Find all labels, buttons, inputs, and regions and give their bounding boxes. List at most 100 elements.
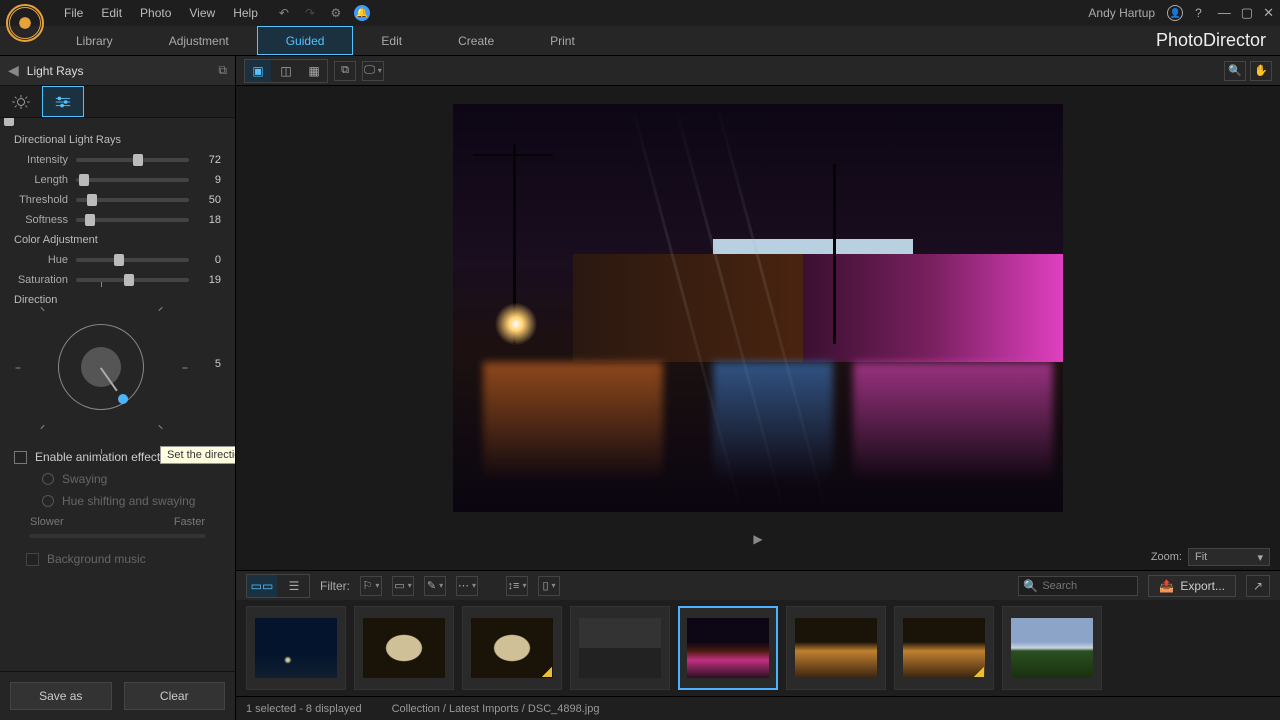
- tab-library[interactable]: Library: [48, 26, 141, 55]
- search-box[interactable]: 🔍 ✕: [1018, 576, 1138, 596]
- app-logo[interactable]: [6, 4, 44, 42]
- radio-hue-sway[interactable]: [42, 495, 54, 507]
- stack-dropdown[interactable]: ▯: [538, 576, 560, 596]
- thumbnail-4[interactable]: [678, 606, 778, 690]
- menu-view[interactable]: View: [189, 6, 215, 20]
- view-single-icon[interactable]: ▣: [245, 60, 271, 82]
- view-split-icon[interactable]: ⧉: [334, 61, 356, 81]
- enable-animation-checkbox[interactable]: [14, 451, 27, 464]
- save-as-button[interactable]: Save as: [10, 682, 112, 710]
- help-icon[interactable]: ?: [1195, 6, 1202, 20]
- filter-label: Filter:: [320, 579, 350, 593]
- thumbnail-5[interactable]: [786, 606, 886, 690]
- thumbnail-0[interactable]: [246, 606, 346, 690]
- slider-directional-3-label: Softness: [14, 214, 68, 226]
- slider-color-0-slider[interactable]: [76, 258, 189, 262]
- slider-directional-3-slider[interactable]: [76, 218, 189, 222]
- strip-view-list-icon[interactable]: ☰: [279, 575, 309, 597]
- thumbnail-3[interactable]: [570, 606, 670, 690]
- tab-adjustment[interactable]: Adjustment: [141, 26, 257, 55]
- direction-tooltip: Set the direction of the light rays: [160, 446, 235, 464]
- radio-swaying[interactable]: [42, 473, 54, 485]
- slider-color-1-slider[interactable]: [76, 278, 189, 282]
- section-direction: Direction: [14, 294, 221, 306]
- redo-icon[interactable]: ↷: [302, 5, 318, 21]
- back-icon[interactable]: ◀: [8, 62, 19, 79]
- panel-title: Light Rays: [27, 64, 211, 78]
- user-avatar-icon[interactable]: 👤: [1167, 5, 1183, 21]
- share-icon[interactable]: ↗: [1246, 575, 1270, 597]
- maximize-icon[interactable]: ▢: [1241, 5, 1253, 21]
- menu-file[interactable]: File: [64, 6, 83, 20]
- workspace: ▣ ◫ ▦ ⧉ 🖵 🔍 ✋: [236, 56, 1280, 720]
- speed-slider[interactable]: [30, 534, 205, 538]
- clear-button[interactable]: Clear: [124, 682, 226, 710]
- direction-value: 5: [215, 358, 221, 370]
- filter-flag-dropdown[interactable]: ⚐: [360, 576, 382, 596]
- tab-edit[interactable]: Edit: [353, 26, 430, 55]
- minimize-icon[interactable]: —: [1218, 5, 1231, 21]
- section-color: Color Adjustment: [14, 234, 221, 246]
- zoom-label: Zoom:: [1151, 551, 1182, 563]
- menubar: File Edit Photo View Help ↶ ↷ ⚙ 🔔 Andy H…: [0, 0, 1280, 26]
- settings-icon[interactable]: ⚙: [328, 5, 344, 21]
- slider-directional-0-slider[interactable]: [76, 158, 189, 162]
- slider-directional-2-value: 50: [197, 194, 221, 206]
- thumb-image: [1011, 618, 1093, 678]
- edited-badge-icon: [542, 667, 552, 677]
- subtab-presets[interactable]: [0, 86, 42, 117]
- thumbnail-2[interactable]: [462, 606, 562, 690]
- slider-color-0-value: 0: [197, 254, 221, 266]
- slider-color-1-value: 19: [197, 274, 221, 286]
- filmstrip[interactable]: [236, 600, 1280, 696]
- slider-directional-2-label: Threshold: [14, 194, 68, 206]
- thumb-image: [687, 618, 769, 678]
- search-icon: 🔍: [1023, 579, 1038, 593]
- user-name[interactable]: Andy Hartup: [1088, 6, 1155, 20]
- notification-icon[interactable]: 🔔: [354, 5, 370, 21]
- filter-edit-dropdown[interactable]: ✎: [424, 576, 446, 596]
- direction-dial[interactable]: [58, 324, 144, 410]
- bgm-checkbox[interactable]: [26, 553, 39, 566]
- menu-help[interactable]: Help: [233, 6, 258, 20]
- thumb-image: [795, 618, 877, 678]
- display-mode-dropdown[interactable]: 🖵: [362, 61, 384, 81]
- pan-tool-icon[interactable]: ✋: [1250, 61, 1272, 81]
- menu-edit[interactable]: Edit: [101, 6, 122, 20]
- canvas[interactable]: [236, 86, 1280, 530]
- slider-directional-3-value: 18: [197, 214, 221, 226]
- speed-slower: Slower: [30, 516, 64, 528]
- export-button[interactable]: 📤 Export...: [1148, 575, 1236, 597]
- slider-directional-1-slider[interactable]: [76, 178, 189, 182]
- thumbnail-6[interactable]: [894, 606, 994, 690]
- filter-more-dropdown[interactable]: ⋯: [456, 576, 478, 596]
- play-icon[interactable]: ▶: [753, 532, 762, 546]
- tab-guided[interactable]: Guided: [257, 26, 354, 55]
- view-grid-icon[interactable]: ▦: [301, 60, 327, 82]
- tab-create[interactable]: Create: [430, 26, 522, 55]
- close-icon[interactable]: ✕: [1263, 5, 1274, 21]
- thumbnail-1[interactable]: [354, 606, 454, 690]
- status-bar: 1 selected - 8 displayed Collection / La…: [236, 696, 1280, 720]
- preview-image: [453, 104, 1063, 512]
- menu-photo[interactable]: Photo: [140, 6, 171, 20]
- canvas-toolbar: ▣ ◫ ▦ ⧉ 🖵 🔍 ✋: [236, 56, 1280, 86]
- selection-status: 1 selected - 8 displayed: [246, 703, 362, 715]
- popout-icon[interactable]: ⧉: [218, 63, 227, 78]
- zoom-dropdown[interactable]: Fit▾: [1188, 548, 1270, 566]
- tab-print[interactable]: Print: [522, 26, 603, 55]
- thumb-image: [579, 618, 661, 678]
- filter-label-dropdown[interactable]: ▭: [392, 576, 414, 596]
- slider-color-1-label: Saturation: [14, 274, 68, 286]
- app-name: PhotoDirector: [1156, 26, 1280, 55]
- subtab-adjust[interactable]: [42, 86, 84, 117]
- slider-directional-1-label: Length: [14, 174, 68, 186]
- strip-view-thumb-icon[interactable]: ▭▭: [247, 575, 277, 597]
- thumbnail-7[interactable]: [1002, 606, 1102, 690]
- sort-dropdown[interactable]: ↕≡: [506, 576, 528, 596]
- slider-directional-2-slider[interactable]: [76, 198, 189, 202]
- undo-icon[interactable]: ↶: [276, 5, 292, 21]
- zoom-tool-icon[interactable]: 🔍: [1224, 61, 1246, 81]
- chevron-down-icon: ▾: [1257, 551, 1263, 564]
- view-compare-icon[interactable]: ◫: [273, 60, 299, 82]
